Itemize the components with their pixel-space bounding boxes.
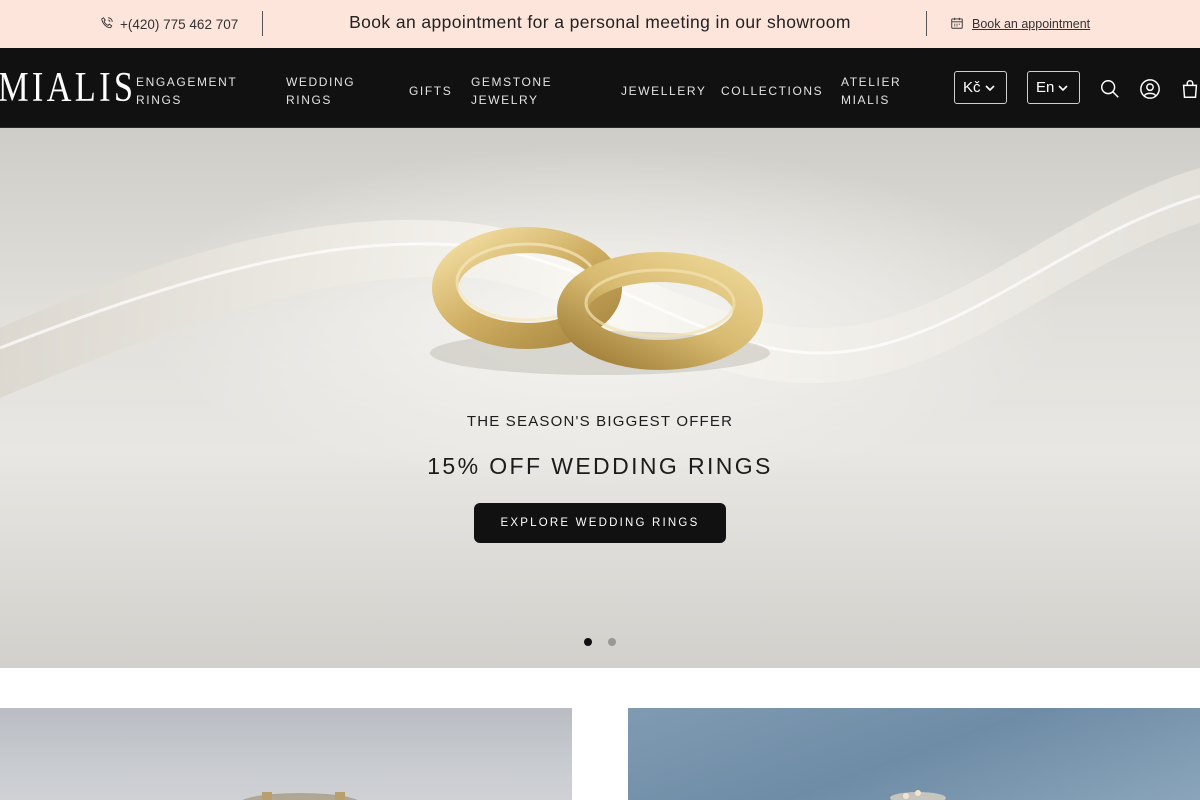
nav-gemstone-jewelry[interactable]: GEMSTONE JEWELRY	[471, 73, 552, 109]
nav-label: GEMSTONE	[471, 75, 553, 89]
card-image-left	[242, 792, 358, 800]
slide-dot-2[interactable]	[608, 638, 616, 646]
language-select[interactable]: En	[1027, 71, 1080, 104]
top-announcement-bar: +(420) 775 462 707 Book an appointment f…	[0, 0, 1200, 48]
nav-jewellery[interactable]: JEWELLERY	[621, 82, 707, 100]
calendar-icon	[950, 16, 964, 33]
nav-label: RINGS	[286, 93, 333, 107]
chevron-down-icon	[984, 78, 996, 98]
currency-value: Kč	[963, 79, 981, 96]
explore-wedding-rings-button[interactable]: EXPLORE WEDDING RINGS	[474, 503, 726, 543]
cart-icon[interactable]	[1179, 78, 1200, 100]
main-navigation: MIALIS ENGAGEMENT RINGS WEDDING RINGS GI…	[0, 48, 1200, 128]
divider	[926, 11, 927, 36]
nav-label: JEWELRY	[471, 93, 539, 107]
nav-label: RINGS	[136, 93, 183, 107]
hero-slider: THE SEASON'S BIGGEST OFFER 15% OFF WEDDI…	[0, 128, 1200, 668]
nav-label: GIFTS	[409, 84, 453, 98]
category-card-left[interactable]	[0, 708, 572, 800]
nav-label: ATELIER	[841, 75, 902, 89]
nav-label: WEDDING	[286, 75, 356, 89]
currency-select[interactable]: Kč	[954, 71, 1007, 104]
phone-number: +(420) 775 462 707	[120, 16, 239, 32]
nav-gifts[interactable]: GIFTS	[409, 82, 452, 100]
nav-engagement-rings[interactable]: ENGAGEMENT RINGS	[136, 73, 237, 109]
slide-dot-1[interactable]	[584, 638, 592, 646]
logo[interactable]: MIALIS	[0, 65, 136, 111]
hero-title: 15% OFF WEDDING RINGS	[427, 453, 773, 479]
category-card-right[interactable]	[628, 708, 1200, 800]
nav-label: JEWELLERY	[621, 84, 707, 98]
chevron-down-icon	[1057, 78, 1069, 98]
nav-label: COLLECTIONS	[721, 84, 824, 98]
book-appointment-label: Book an appointment	[972, 17, 1091, 31]
nav-label: MIALIS	[841, 93, 890, 107]
book-appointment-link[interactable]: Book an appointment	[950, 14, 1090, 34]
divider	[262, 11, 263, 36]
phone-link[interactable]: +(420) 775 462 707	[100, 14, 238, 34]
nav-collections[interactable]: COLLECTIONS	[721, 82, 823, 100]
phone-icon	[100, 16, 114, 33]
card-image-right	[890, 790, 946, 800]
nav-label: ENGAGEMENT	[136, 75, 238, 89]
language-value: En	[1036, 79, 1055, 96]
hero-image	[0, 168, 1200, 398]
account-icon[interactable]	[1139, 78, 1161, 100]
nav-wedding-rings[interactable]: WEDDING RINGS	[286, 73, 355, 109]
nav-atelier-mialis[interactable]: ATELIER MIALIS	[841, 73, 901, 109]
hero-subtitle: THE SEASON'S BIGGEST OFFER	[466, 413, 734, 430]
announcement-text: Book an appointment for a personal meeti…	[349, 12, 851, 32]
search-icon[interactable]	[1099, 78, 1121, 100]
